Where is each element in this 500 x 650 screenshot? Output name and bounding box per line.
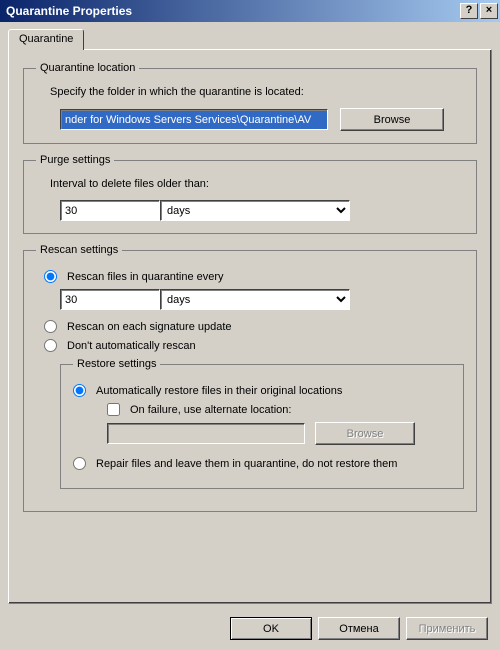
radio-rescan-sig[interactable] [44, 320, 57, 333]
rescan-unit-select[interactable]: days [160, 289, 350, 310]
tabstrip: Quarantine [8, 28, 492, 49]
dialog-buttons: OK Отмена Применить [230, 617, 488, 640]
browse-alt-button: Browse [315, 422, 415, 445]
location-desc: Specify the folder in which the quaranti… [50, 86, 464, 98]
tab-quarantine[interactable]: Quarantine [8, 29, 84, 50]
tab-panel: Quarantine location Specify the folder i… [8, 49, 492, 604]
ok-button[interactable]: OK [230, 617, 312, 640]
group-rescan-legend: Rescan settings [36, 244, 122, 256]
group-purge: Purge settings Interval to delete files … [23, 154, 477, 234]
purge-unit-select[interactable]: days [160, 200, 350, 221]
group-restore: Restore settings Automatically restore f… [60, 358, 464, 489]
apply-button: Применить [406, 617, 488, 640]
group-purge-legend: Purge settings [36, 154, 114, 166]
radio-restore-auto[interactable] [73, 384, 86, 397]
checkbox-alt-location[interactable] [107, 403, 120, 416]
window-title: Quarantine Properties [6, 4, 458, 18]
titlebar: Quarantine Properties ? × [0, 0, 500, 22]
checkbox-alt-location-label: On failure, use alternate location: [130, 404, 291, 416]
radio-rescan-none[interactable] [44, 339, 57, 352]
purge-interval-input[interactable] [60, 200, 160, 221]
group-location-legend: Quarantine location [36, 62, 139, 74]
purge-desc: Interval to delete files older than: [50, 178, 464, 190]
location-path-input[interactable] [60, 109, 328, 130]
radio-rescan-every-label: Rescan files in quarantine every [67, 271, 224, 283]
close-icon[interactable]: × [480, 3, 498, 19]
radio-rescan-every[interactable] [44, 270, 57, 283]
group-location: Quarantine location Specify the folder i… [23, 62, 477, 144]
group-rescan: Rescan settings Rescan files in quaranti… [23, 244, 477, 512]
radio-restore-auto-label: Automatically restore files in their ori… [96, 385, 342, 397]
browse-location-button[interactable]: Browse [340, 108, 444, 131]
radio-restore-repair-label: Repair files and leave them in quarantin… [96, 458, 397, 470]
group-restore-legend: Restore settings [73, 358, 160, 370]
window-body: Quarantine Quarantine location Specify t… [0, 22, 500, 650]
radio-restore-repair[interactable] [73, 457, 86, 470]
alt-location-input [107, 423, 305, 444]
radio-rescan-none-label: Don't automatically rescan [67, 340, 196, 352]
cancel-button[interactable]: Отмена [318, 617, 400, 640]
help-icon[interactable]: ? [460, 3, 478, 19]
radio-rescan-sig-label: Rescan on each signature update [67, 321, 232, 333]
rescan-interval-input[interactable] [60, 289, 160, 310]
